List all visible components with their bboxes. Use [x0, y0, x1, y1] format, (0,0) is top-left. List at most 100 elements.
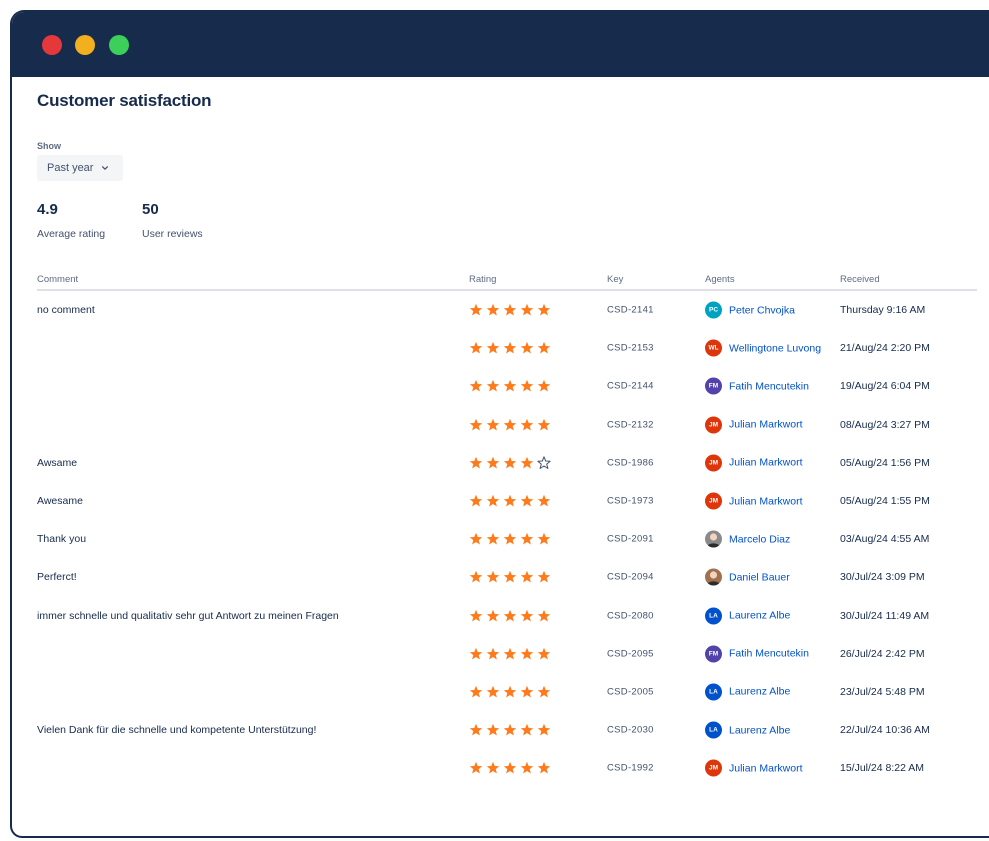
rating-cell: [469, 341, 551, 355]
issue-key-link[interactable]: CSD-2094: [607, 572, 654, 583]
minimize-window-button[interactable]: [75, 35, 95, 55]
agent-cell[interactable]: Marcelo Diaz: [705, 530, 790, 548]
close-window-button[interactable]: [42, 35, 62, 55]
agent-name-link[interactable]: Julian Markwort: [729, 419, 803, 431]
star-filled-icon: [486, 342, 500, 354]
agent-name-link[interactable]: Laurenz Albe: [729, 724, 790, 736]
table-row[interactable]: Vielen Dank für die schnelle und kompete…: [37, 711, 977, 749]
average-rating-value: 4.9: [37, 201, 58, 218]
issue-key-link[interactable]: CSD-2080: [607, 610, 654, 621]
table-header: Comment Rating Key Agents Received: [37, 267, 977, 291]
table-row[interactable]: CSD-1992 JM Julian Markwort 15/Jul/24 8:22 …: [37, 749, 977, 787]
avatar: [705, 530, 722, 548]
received-date: 05/Aug/24 1:56 PM: [840, 456, 930, 469]
received-date: Thursday 9:16 AM: [840, 304, 926, 317]
agent-cell[interactable]: JM Julian Markwort: [705, 759, 803, 777]
issue-key-link[interactable]: CSD-2144: [607, 381, 654, 392]
agent-cell[interactable]: PC Peter Chvojka: [705, 301, 795, 319]
table-row[interactable]: Awsame CSD-1986 JM Julian Markwort 05/Aug/24…: [37, 444, 977, 482]
agent-name-link[interactable]: Laurenz Albe: [729, 610, 790, 622]
star-filled-icon: [503, 609, 517, 622]
issue-key-link[interactable]: CSD-2095: [607, 648, 654, 659]
avatar: PC: [705, 301, 722, 319]
header-key[interactable]: Key: [607, 274, 623, 285]
issue-key-link[interactable]: CSD-2005: [607, 686, 654, 697]
received-date: 03/Aug/24 4:55 AM: [840, 533, 930, 546]
table-row[interactable]: Thank you CSD-2091 Marcelo Diaz 03/Aug/24 4…: [37, 520, 977, 558]
agent-name-link[interactable]: Julian Markwort: [729, 495, 803, 507]
app-window: Customer satisfaction Show Past year 4.9…: [10, 10, 989, 838]
header-received[interactable]: Received: [840, 274, 880, 285]
avatar: JM: [705, 492, 722, 510]
table-row[interactable]: CSD-2144 FM Fatih Mencutekin 19/Aug/24 6:04…: [37, 367, 977, 405]
table-row[interactable]: no comment CSD-2141 PC Peter Chvojka Thursda…: [37, 291, 977, 329]
star-filled-icon: [520, 342, 534, 354]
agent-cell[interactable]: Daniel Bauer: [705, 568, 790, 586]
agent-cell[interactable]: LA Laurenz Albe: [705, 721, 790, 739]
received-date: 05/Aug/24 1:55 PM: [840, 495, 930, 508]
agent-name-link[interactable]: Julian Markwort: [729, 762, 803, 774]
table-row[interactable]: Awesame CSD-1973 JM Julian Markwort 05/Aug/2…: [37, 482, 977, 520]
agent-cell[interactable]: FM Fatih Mencutekin: [705, 377, 809, 395]
agent-cell[interactable]: LA Laurenz Albe: [705, 683, 790, 701]
agent-name-link[interactable]: Daniel Bauer: [729, 571, 790, 583]
star-filled-icon: [486, 762, 500, 774]
received-date: 30/Jul/24 11:49 AM: [840, 609, 930, 622]
agent-name-link[interactable]: Laurenz Albe: [729, 686, 790, 698]
star-filled-icon: [537, 342, 551, 354]
main-content: Customer satisfaction Show Past year 4.9…: [12, 77, 989, 836]
table-row[interactable]: CSD-2005 LA Laurenz Albe 23/Jul/24 5:48 PM: [37, 673, 977, 711]
star-filled-icon: [537, 685, 551, 698]
maximize-window-button[interactable]: [109, 35, 129, 55]
star-filled-icon: [469, 456, 483, 469]
agent-name-link[interactable]: Wellingtone Luvong: [729, 342, 821, 354]
star-filled-icon: [537, 380, 551, 392]
agent-cell[interactable]: LA Laurenz Albe: [705, 607, 790, 625]
issue-key-link[interactable]: CSD-1986: [607, 457, 654, 468]
star-filled-icon: [469, 533, 483, 545]
issue-key-link[interactable]: CSD-2132: [607, 419, 654, 430]
issue-key-link[interactable]: CSD-1992: [607, 763, 654, 774]
header-rating[interactable]: Rating: [469, 274, 496, 285]
issue-key-link[interactable]: CSD-2091: [607, 534, 654, 545]
agent-name-link[interactable]: Peter Chvojka: [729, 304, 795, 316]
issue-key-link[interactable]: CSD-2030: [607, 725, 654, 736]
star-filled-icon: [503, 380, 517, 392]
header-comment[interactable]: Comment: [37, 274, 78, 285]
avatar: JM: [705, 454, 722, 472]
star-filled-icon: [486, 609, 500, 622]
issue-key-link[interactable]: CSD-2141: [607, 305, 654, 316]
table-row[interactable]: CSD-2153 WL Wellingtone Luvong 21/Aug/24 2:…: [37, 329, 977, 367]
issue-key-link[interactable]: CSD-2153: [607, 343, 654, 354]
received-date: 30/Jul/24 3:09 PM: [840, 571, 925, 584]
star-filled-icon: [469, 609, 483, 622]
star-filled-icon: [486, 685, 500, 698]
period-dropdown[interactable]: Past year: [37, 155, 123, 181]
avatar: FM: [705, 377, 722, 395]
received-date: 08/Aug/24 3:27 PM: [840, 418, 930, 431]
table-row[interactable]: CSD-2095 FM Fatih Mencutekin 26/Jul/24 2:42…: [37, 635, 977, 673]
agent-cell[interactable]: FM Fatih Mencutekin: [705, 645, 809, 663]
agent-name-link[interactable]: Fatih Mencutekin: [729, 648, 809, 660]
table-row[interactable]: immer schnelle und qualitativ sehr gut A…: [37, 597, 977, 635]
header-agents[interactable]: Agents: [705, 274, 735, 285]
issue-key-link[interactable]: CSD-1973: [607, 496, 654, 507]
star-filled-icon: [503, 456, 517, 469]
star-filled-icon: [520, 456, 534, 469]
star-filled-icon: [520, 418, 534, 431]
agent-cell[interactable]: JM Julian Markwort: [705, 416, 803, 434]
table-row[interactable]: CSD-2132 JM Julian Markwort 08/Aug/24 3:27 …: [37, 406, 977, 444]
star-filled-icon: [486, 303, 500, 316]
filter-label: Show: [37, 141, 61, 151]
agent-name-link[interactable]: Fatih Mencutekin: [729, 380, 809, 392]
star-filled-icon: [520, 647, 534, 660]
agent-name-link[interactable]: Marcelo Diaz: [729, 533, 790, 545]
rating-cell: [469, 685, 551, 699]
agent-cell[interactable]: JM Julian Markwort: [705, 492, 803, 510]
star-filled-icon: [520, 685, 534, 698]
table-row[interactable]: Perferct! CSD-2094 Daniel Bauer 30/Jul/24 3…: [37, 558, 977, 596]
agent-name-link[interactable]: Julian Markwort: [729, 457, 803, 469]
agent-cell[interactable]: WL Wellingtone Luvong: [705, 339, 821, 357]
agent-cell[interactable]: JM Julian Markwort: [705, 454, 803, 472]
star-filled-icon: [486, 571, 500, 583]
